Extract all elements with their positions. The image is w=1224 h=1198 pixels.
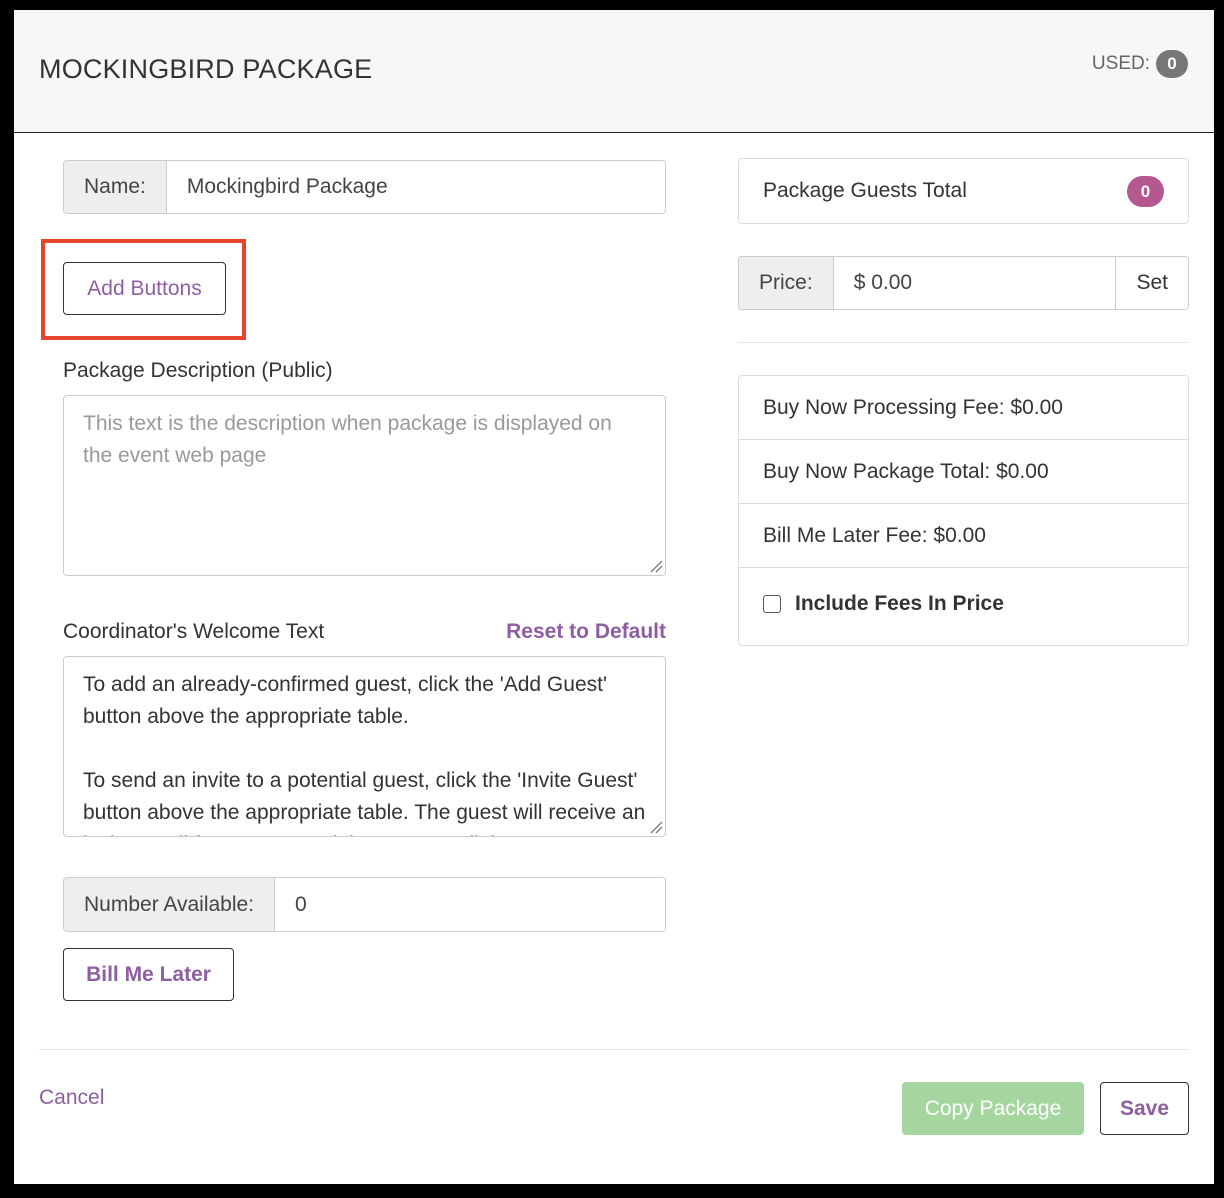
processing-fee-row: Buy Now Processing Fee: $0.00 [739, 376, 1188, 440]
footer-divider [39, 1049, 1189, 1050]
description-placeholder: This text is the description when packag… [83, 412, 612, 467]
bill-later-fee-row: Bill Me Later Fee: $0.00 [739, 504, 1188, 568]
add-buttons-button[interactable]: Add Buttons [63, 262, 226, 315]
used-indicator: USED: 0 [1092, 50, 1188, 78]
guests-total-panel: Package Guests Total 0 [738, 158, 1189, 224]
welcome-paragraph-1: To add an already-confirmed guest, click… [83, 673, 607, 728]
welcome-paragraph-2: To send an invite to a potential guest, … [83, 769, 646, 836]
copy-package-button[interactable]: Copy Package [902, 1082, 1084, 1135]
set-price-button[interactable]: Set [1115, 257, 1188, 309]
used-label: USED: [1091, 53, 1150, 74]
welcome-label: Coordinator's Welcome Text [63, 620, 325, 643]
price-label: Price: [739, 257, 834, 309]
modal-header: MOCKINGBIRD PACKAGE USED: 0 [14, 10, 1214, 133]
cancel-link[interactable]: Cancel [39, 1086, 104, 1110]
number-available-input[interactable]: 0 [275, 878, 665, 931]
number-available-label: Number Available: [64, 878, 276, 931]
used-badge: 0 [1156, 50, 1188, 78]
price-input-group: Price: $ 0.00 Set [738, 256, 1189, 310]
guests-total-label: Package Guests Total [763, 179, 967, 202]
name-input-group: Name: Mockingbird Package [63, 160, 666, 214]
number-available-group: Number Available: 0 [63, 877, 666, 932]
reset-to-default-link[interactable]: Reset to Default [506, 620, 666, 644]
description-label: Package Description (Public) [63, 359, 333, 382]
divider [738, 342, 1189, 343]
resize-handle-icon[interactable] [649, 820, 663, 834]
bill-me-later-button[interactable]: Bill Me Later [63, 948, 234, 1001]
name-input[interactable]: Mockingbird Package [166, 161, 665, 213]
resize-handle-icon[interactable] [649, 559, 663, 573]
include-fees-label: Include Fees In Price [795, 592, 1004, 615]
include-fees-checkbox[interactable] [763, 595, 781, 613]
price-input[interactable]: $ 0.00 [833, 257, 1116, 309]
name-label: Name: [64, 161, 167, 213]
package-modal: MOCKINGBIRD PACKAGE USED: 0 Name: Mockin… [14, 10, 1214, 1184]
fees-panel: Buy Now Processing Fee: $0.00 Buy Now Pa… [738, 375, 1189, 646]
description-textarea[interactable]: This text is the description when packag… [63, 395, 666, 576]
package-total-row: Buy Now Package Total: $0.00 [739, 440, 1188, 504]
page-title: MOCKINGBIRD PACKAGE [39, 54, 373, 84]
guests-total-badge: 0 [1127, 175, 1164, 207]
welcome-textarea[interactable]: To add an already-confirmed guest, click… [63, 656, 666, 837]
include-fees-row[interactable]: Include Fees In Price [739, 568, 1188, 644]
save-button[interactable]: Save [1100, 1082, 1189, 1135]
